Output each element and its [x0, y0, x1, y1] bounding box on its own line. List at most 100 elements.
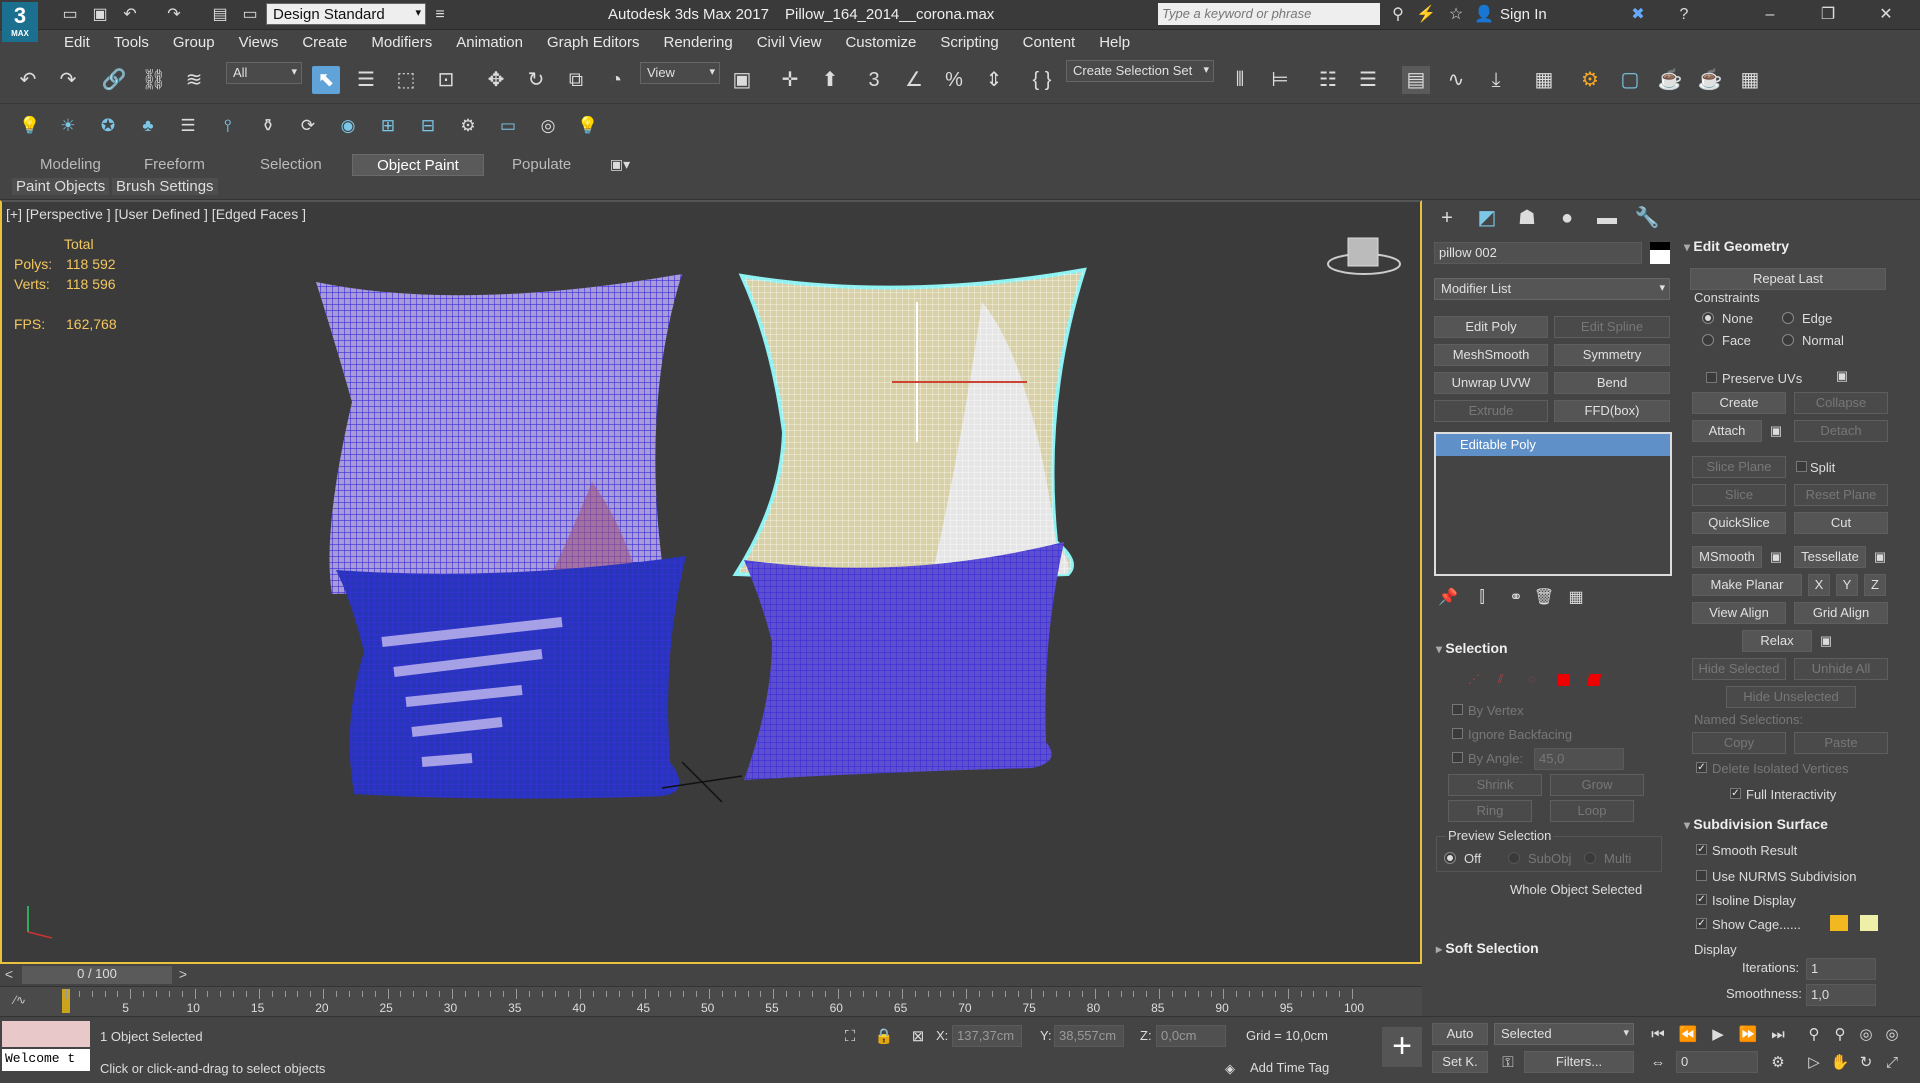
time-next-button[interactable]: >: [174, 966, 192, 984]
schematic-view-icon[interactable]: ⤓: [1482, 66, 1510, 94]
menu-modifiers[interactable]: Modifiers: [359, 30, 444, 51]
ffd-box-button[interactable]: FFD(box): [1554, 400, 1670, 422]
configure-sets-icon[interactable]: ▦: [1562, 584, 1590, 612]
save-icon[interactable]: ▣: [86, 1, 114, 29]
detach-button[interactable]: Detach: [1794, 420, 1888, 442]
preserve-uvs-checkbox[interactable]: [1706, 372, 1717, 383]
manipulate-icon[interactable]: ✛: [776, 66, 804, 94]
go-start-icon[interactable]: ⏮: [1644, 1021, 1672, 1049]
msmooth-button[interactable]: MSmooth: [1692, 546, 1762, 568]
ignore-backfacing-checkbox[interactable]: [1452, 728, 1463, 739]
selection-set-dropdown[interactable]: Create Selection Set: [1066, 60, 1214, 82]
menu-group[interactable]: Group: [161, 30, 227, 51]
planar-y-button[interactable]: Y: [1836, 574, 1858, 596]
window-icon[interactable]: ▭: [496, 114, 520, 138]
collapse-button[interactable]: Collapse: [1794, 392, 1888, 414]
make-planar-button[interactable]: Make Planar: [1692, 574, 1802, 596]
modifier-list-dropdown[interactable]: Modifier List: [1434, 278, 1670, 300]
menu-views[interactable]: Views: [227, 30, 291, 51]
go-end-icon[interactable]: ⏭: [1764, 1021, 1792, 1049]
key-icon[interactable]: ⚿: [1494, 1049, 1522, 1077]
remove-modifier-icon[interactable]: 🗑: [1530, 584, 1558, 612]
show-end-result-icon[interactable]: ⫿: [1468, 584, 1496, 612]
time-tag-icon[interactable]: ◈: [1216, 1055, 1244, 1083]
iterations-spinner[interactable]: 1: [1806, 958, 1876, 980]
sign-in-link[interactable]: Sign In: [1500, 6, 1547, 23]
time-prev-button[interactable]: <: [0, 966, 18, 984]
ribbon-options-icon[interactable]: ▣▾: [606, 150, 634, 178]
key-mode-icon[interactable]: ⇔: [1644, 1049, 1672, 1077]
modifier-stack[interactable]: Editable Poly: [1434, 432, 1672, 576]
planar-x-button[interactable]: X: [1808, 574, 1830, 596]
brush-settings-button[interactable]: Brush Settings: [112, 178, 218, 195]
unhide-all-button[interactable]: Unhide All: [1794, 658, 1888, 680]
preview-off-radio[interactable]: [1444, 852, 1456, 864]
symmetry-button[interactable]: Symmetry: [1554, 344, 1670, 366]
repeat-last-button[interactable]: Repeat Last: [1690, 268, 1886, 290]
render-iterative-icon[interactable]: ☕: [1696, 66, 1724, 94]
move-icon[interactable]: ✥: [482, 66, 510, 94]
menu-graph-editors[interactable]: Graph Editors: [535, 30, 652, 51]
select-object-icon[interactable]: ⬉: [312, 66, 340, 94]
menu-animation[interactable]: Animation: [444, 30, 535, 51]
split-checkbox[interactable]: [1796, 461, 1807, 472]
quickslice-button[interactable]: QuickSlice: [1692, 512, 1786, 534]
isolate-icon[interactable]: ⛶: [836, 1023, 864, 1051]
pillow-bottom-right[interactable]: [744, 542, 1064, 780]
play-icon[interactable]: ▶: [1704, 1021, 1732, 1049]
zoom-icon[interactable]: ⚲: [1800, 1021, 1828, 1049]
redo-icon[interactable]: ↷: [160, 1, 188, 29]
show-cage-checkbox[interactable]: ✓: [1696, 918, 1707, 929]
eye-icon[interactable]: ◎: [536, 114, 560, 138]
bend-button[interactable]: Bend: [1554, 372, 1670, 394]
extrude-button[interactable]: Extrude: [1434, 400, 1548, 422]
rendered-frame-icon[interactable]: ▢: [1616, 66, 1644, 94]
menu-scripting[interactable]: Scripting: [928, 30, 1010, 51]
border-level-icon[interactable]: ◌: [1528, 672, 1540, 686]
unwrap-uvw-button[interactable]: Unwrap UVW: [1434, 372, 1548, 394]
render-setup-icon[interactable]: ⚙: [1576, 66, 1604, 94]
bulb-icon[interactable]: 💡: [576, 114, 600, 138]
tab-freeform[interactable]: Freeform: [134, 154, 215, 176]
help-icon[interactable]: ?: [1670, 1, 1698, 29]
a360-icon[interactable]: ▦: [1736, 66, 1764, 94]
viewcube[interactable]: [1327, 237, 1401, 275]
close-icon[interactable]: ✕: [1872, 1, 1900, 29]
tab-modeling[interactable]: Modeling: [30, 154, 111, 176]
bottle-icon[interactable]: ⚱: [256, 114, 280, 138]
x-coord-field[interactable]: 137,37cm: [952, 1025, 1022, 1047]
polygon-level-icon[interactable]: [1558, 674, 1570, 686]
proxy-icon[interactable]: ⫯: [216, 114, 240, 138]
set-key-big-icon[interactable]: +: [1382, 1027, 1422, 1067]
menu-tools[interactable]: Tools: [102, 30, 161, 51]
edit-poly-button[interactable]: Edit Poly: [1434, 316, 1548, 338]
zoom-all-icon[interactable]: ⚲: [1826, 1021, 1854, 1049]
workspace-menu-icon[interactable]: ≡: [426, 1, 454, 29]
slice-plane-button[interactable]: Slice Plane: [1692, 456, 1786, 478]
next-frame-icon[interactable]: ⏩: [1734, 1021, 1762, 1049]
create-button[interactable]: Create: [1692, 392, 1786, 414]
motion-tab-icon[interactable]: ●: [1553, 204, 1581, 232]
gear-cluster-icon[interactable]: ⚙: [456, 114, 480, 138]
pillow-top-left[interactable]: [316, 274, 682, 604]
cage-color-swatch-1[interactable]: [1830, 915, 1848, 931]
angle-snap-icon[interactable]: ∠: [900, 66, 928, 94]
meshsmooth-button[interactable]: MeshSmooth: [1434, 344, 1548, 366]
paste-button[interactable]: Paste: [1794, 732, 1888, 754]
make-unique-icon[interactable]: ⚭: [1502, 584, 1530, 612]
orbit-icon[interactable]: ↻: [1852, 1049, 1880, 1077]
edit-spline-button[interactable]: Edit Spline: [1554, 316, 1670, 338]
redo-icon[interactable]: ↷: [54, 66, 82, 94]
hierarchy-tab-icon[interactable]: ☗: [1513, 204, 1541, 232]
planar-z-button[interactable]: Z: [1864, 574, 1886, 596]
attach-settings-icon[interactable]: ▣: [1762, 417, 1790, 445]
minimize-icon[interactable]: –: [1756, 1, 1784, 29]
layer-explorer-icon[interactable]: ☰: [1354, 66, 1382, 94]
user-icon[interactable]: 👤: [1470, 1, 1498, 29]
window-crossing-icon[interactable]: ⊡: [432, 66, 460, 94]
absolute-mode-icon[interactable]: ⊠: [904, 1023, 932, 1051]
current-frame-field[interactable]: 0: [1676, 1051, 1758, 1073]
zoom-extents-all-icon[interactable]: ◎: [1878, 1021, 1906, 1049]
modify-tab-icon[interactable]: ◩: [1473, 204, 1501, 232]
edit-geometry-header[interactable]: Edit Geometry: [1684, 238, 1789, 254]
